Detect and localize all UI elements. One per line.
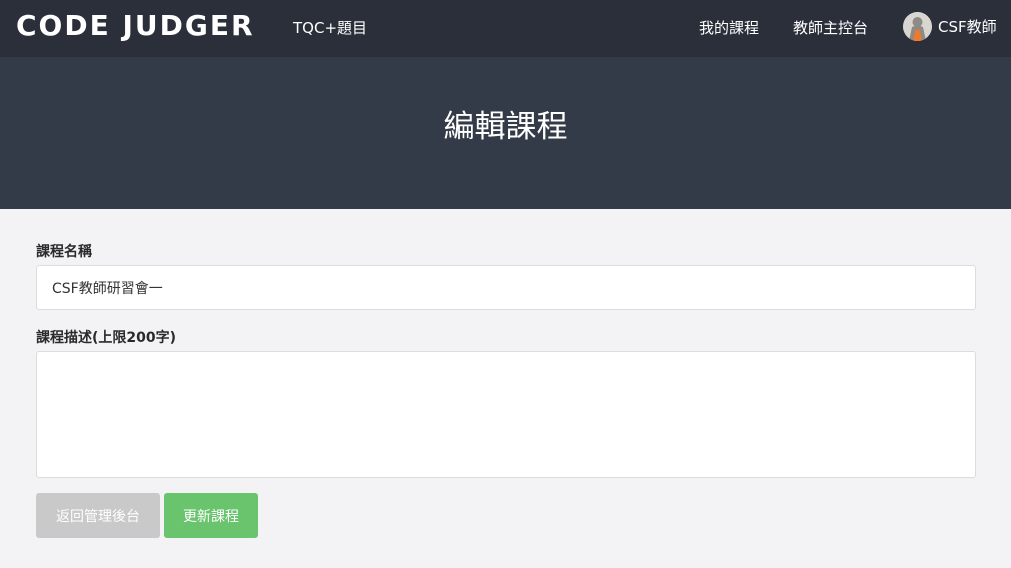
- nav-link-teacher-dashboard[interactable]: 教師主控台: [793, 17, 868, 38]
- course-name-input[interactable]: [36, 265, 976, 310]
- user-avatar-icon: [903, 12, 932, 41]
- page-header: 編輯課程: [0, 57, 1011, 209]
- user-name-label: CSF教師: [938, 18, 997, 36]
- back-to-dashboard-button[interactable]: 返回管理後台: [36, 493, 160, 538]
- page-title: 編輯課程: [443, 109, 568, 145]
- nav-link-tqc-questions[interactable]: TQC+題目: [293, 17, 367, 38]
- course-description-textarea[interactable]: [36, 351, 976, 478]
- brand-logo[interactable]: CODE JUDGER: [16, 9, 255, 42]
- user-menu[interactable]: CSF教師: [903, 12, 997, 41]
- top-navbar: CODE JUDGER TQC+題目 我的課程 教師主控台 CSF教師: [0, 0, 1011, 57]
- update-course-button[interactable]: 更新課程: [164, 493, 258, 538]
- course-description-label: 課程描述(上限200字): [36, 330, 177, 346]
- course-name-label: 課程名稱: [36, 244, 92, 260]
- nav-link-my-courses[interactable]: 我的課程: [699, 17, 759, 38]
